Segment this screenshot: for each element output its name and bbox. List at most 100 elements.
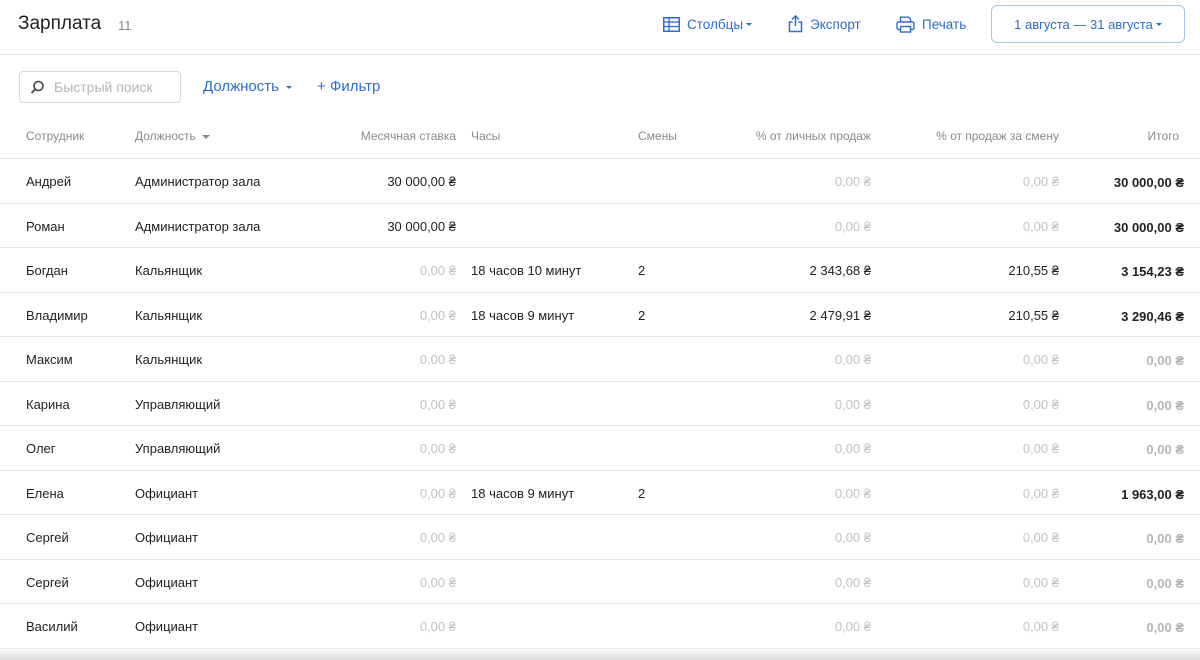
cell-total: 30 000,00 ₴: [1113, 219, 1184, 235]
export-icon: [788, 15, 803, 33]
cell-total: 0,00 ₴: [1146, 575, 1184, 591]
table-row[interactable]: Максим Кальянщик 0,00 ₴ 0,00 ₴ 0,00 ₴ 0,00 ₴: [0, 337, 1200, 382]
chevron-down-icon: [1155, 22, 1162, 26]
cell-total: 3 290,46 ₴: [1121, 308, 1184, 324]
column-header-total[interactable]: Итого: [1148, 129, 1179, 143]
table-row[interactable]: Сергей Официант 0,00 ₴ 0,00 ₴ 0,00 ₴ 0,00 ₴: [0, 515, 1200, 560]
cell-position: Официант: [135, 530, 199, 545]
cell-position: Официант: [135, 485, 199, 501]
column-header-shifts[interactable]: Смены: [638, 129, 677, 143]
table-row[interactable]: Андрей Администратор зала 30 000,00 ₴ 0,00 …: [0, 159, 1200, 204]
cell-personal-sales: 0,00 ₴: [834, 174, 871, 189]
cell-shift-sales: 0,00 ₴: [1022, 441, 1059, 456]
cell-total: 0,00 ₴: [1146, 353, 1184, 368]
table-header: Сотрудник Должность Месячная ставка Часы…: [0, 114, 1200, 159]
position-filter-label: Должность: [203, 78, 279, 95]
cell-personal-sales: 0,00 ₴: [834, 485, 871, 501]
cell-total: 0,00 ₴: [1146, 397, 1184, 413]
cell-rate: 0,00 ₴: [419, 307, 456, 323]
chevron-down-icon: [286, 85, 293, 89]
cell-rate: 0,00 ₴: [419, 441, 456, 456]
cell-shift-sales: 0,00 ₴: [1022, 619, 1059, 634]
cell-employee: Карина: [26, 396, 70, 412]
column-header-label: Должность: [135, 129, 196, 143]
cell-employee: Максим: [26, 352, 73, 367]
cell-personal-sales: 0,00 ₴: [834, 352, 871, 367]
cell-rate: 0,00 ₴: [419, 485, 456, 501]
cell-employee: Олег: [26, 441, 56, 456]
table-row[interactable]: Владимир Кальянщик 0,00 ₴ 18 часов 9 минут 2…: [0, 293, 1200, 337]
cell-position: Управляющий: [135, 396, 221, 412]
table-row[interactable]: Карина Управляющий 0,00 ₴ 0,00 ₴ 0,00 ₴ 0,00 …: [0, 382, 1200, 426]
page-title: Зарплата: [18, 13, 102, 34]
cell-personal-sales: 0,00 ₴: [834, 396, 871, 412]
column-header-rate[interactable]: Месячная ставка: [361, 129, 456, 143]
cell-rate: 0,00 ₴: [419, 619, 456, 634]
position-filter-button[interactable]: Должность: [203, 78, 293, 95]
cell-personal-sales: 2 479,91 ₴: [809, 307, 871, 323]
column-header-position[interactable]: Должность: [135, 129, 211, 143]
date-range-label: 1 августа — 31 августа: [1014, 16, 1153, 32]
columns-button[interactable]: Столбцы: [663, 14, 753, 34]
table-row[interactable]: Олег Управляющий 0,00 ₴ 0,00 ₴ 0,00 ₴ 0,00 ₴: [0, 426, 1200, 471]
cell-shifts: 2: [638, 485, 646, 501]
column-header-personal-sales[interactable]: % от личных продаж: [756, 129, 871, 143]
cell-employee: Сергей: [26, 530, 69, 545]
cell-rate: 30 000,00 ₴: [387, 174, 456, 189]
cell-total: 0,00 ₴: [1146, 531, 1184, 546]
cell-position: Официант: [135, 619, 199, 634]
date-range-picker[interactable]: 1 августа — 31 августа: [991, 5, 1185, 43]
cell-employee: Богдан: [26, 263, 68, 278]
cell-shift-sales: 0,00 ₴: [1022, 485, 1059, 501]
cell-hours: 18 часов 9 минут: [471, 485, 575, 501]
cell-personal-sales: 0,00 ₴: [834, 530, 871, 545]
search-input[interactable]: [54, 79, 172, 95]
cell-shift-sales: 0,00 ₴: [1022, 174, 1059, 189]
cell-total: 0,00 ₴: [1146, 620, 1184, 635]
add-filter-button[interactable]: + Фильтр: [317, 78, 380, 95]
table-row[interactable]: Сергей Официант 0,00 ₴ 0,00 ₴ 0,00 ₴ 0,00 ₴: [0, 560, 1200, 604]
export-button[interactable]: Экспорт: [788, 14, 861, 34]
employee-count-badge: 11: [118, 18, 132, 33]
cell-hours: 18 часов 9 минут: [471, 307, 575, 323]
chevron-down-icon: [746, 22, 753, 26]
table-row[interactable]: Елена Официант 0,00 ₴ 18 часов 9 минут 2 0,00…: [0, 471, 1200, 515]
columns-button-label: Столбцы: [687, 16, 744, 32]
page-header: Зарплата 11 Столбцы Экспорт Печать 1 авг…: [0, 0, 1200, 55]
print-button-label: Печать: [922, 16, 967, 32]
cell-shift-sales: 0,00 ₴: [1022, 396, 1059, 412]
column-header-shift-sales[interactable]: % от продаж за смену: [936, 129, 1059, 143]
cell-employee: Владимир: [26, 307, 88, 323]
cell-employee: Елена: [26, 485, 64, 501]
table-row[interactable]: Василий Официант 0,00 ₴ 0,00 ₴ 0,00 ₴ 0,00 ₴: [0, 604, 1200, 649]
cell-personal-sales: 0,00 ₴: [834, 574, 871, 590]
cell-rate: 0,00 ₴: [419, 574, 456, 590]
cell-total: 1 963,00 ₴: [1121, 486, 1184, 502]
cell-position: Администратор зала: [135, 174, 261, 189]
cell-shift-sales: 210,55 ₴: [1008, 307, 1059, 323]
cell-total: 3 154,23 ₴: [1121, 264, 1184, 279]
cell-shift-sales: 210,55 ₴: [1008, 263, 1059, 278]
table-row[interactable]: Богдан Кальянщик 0,00 ₴ 18 часов 10 минут 2 2…: [0, 248, 1200, 293]
table-row[interactable]: Роман Администратор зала 30 000,00 ₴ 0,00 ₴…: [0, 204, 1200, 248]
column-header-hours[interactable]: Часы: [471, 129, 500, 143]
cell-total: 0,00 ₴: [1146, 442, 1184, 457]
cell-rate: 0,00 ₴: [419, 263, 456, 278]
add-filter-label: + Фильтр: [317, 78, 381, 95]
quick-search[interactable]: [19, 71, 181, 103]
cell-personal-sales: 0,00 ₴: [834, 619, 871, 634]
cell-employee: Андрей: [26, 174, 72, 189]
cell-shift-sales: 0,00 ₴: [1022, 352, 1059, 367]
print-button[interactable]: Печать: [896, 14, 966, 34]
cell-employee: Сергей: [26, 574, 69, 590]
cell-rate: 0,00 ₴: [419, 396, 456, 412]
sort-down-icon: [202, 134, 211, 139]
column-header-employee[interactable]: Сотрудник: [26, 129, 84, 143]
cell-position: Официант: [135, 574, 199, 590]
cell-employee: Роман: [26, 218, 65, 234]
cell-shift-sales: 0,00 ₴: [1022, 218, 1059, 234]
cell-position: Кальянщик: [135, 307, 203, 323]
cell-shift-sales: 0,00 ₴: [1022, 574, 1059, 590]
cell-position: Управляющий: [135, 441, 221, 456]
cell-personal-sales: 2 343,68 ₴: [809, 263, 871, 278]
